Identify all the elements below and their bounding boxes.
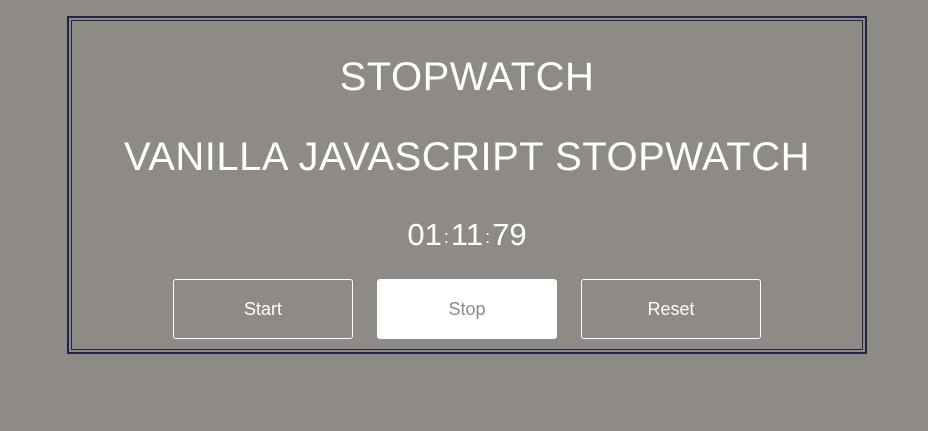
stop-button[interactable]: Stop [377,279,557,339]
time-minutes: 01 [407,217,442,252]
stopwatch-subtitle: VANILLA JAVASCRIPT STOPWATCH [123,135,810,179]
start-button[interactable]: Start [173,279,353,339]
reset-button[interactable]: Reset [581,279,761,339]
stopwatch-frame-inner: STOPWATCH VANILLA JAVASCRIPT STOPWATCH 0… [71,20,863,350]
control-buttons: Start Stop Reset [72,279,862,339]
time-hundredths: 79 [492,217,527,252]
time-seconds: 11 [450,217,484,252]
time-display: 01:11:79 [72,215,862,257]
stopwatch-frame: STOPWATCH VANILLA JAVASCRIPT STOPWATCH 0… [67,16,867,354]
stopwatch-title: STOPWATCH [339,55,595,99]
time-separator: : [443,227,449,247]
time-separator: : [485,227,491,247]
